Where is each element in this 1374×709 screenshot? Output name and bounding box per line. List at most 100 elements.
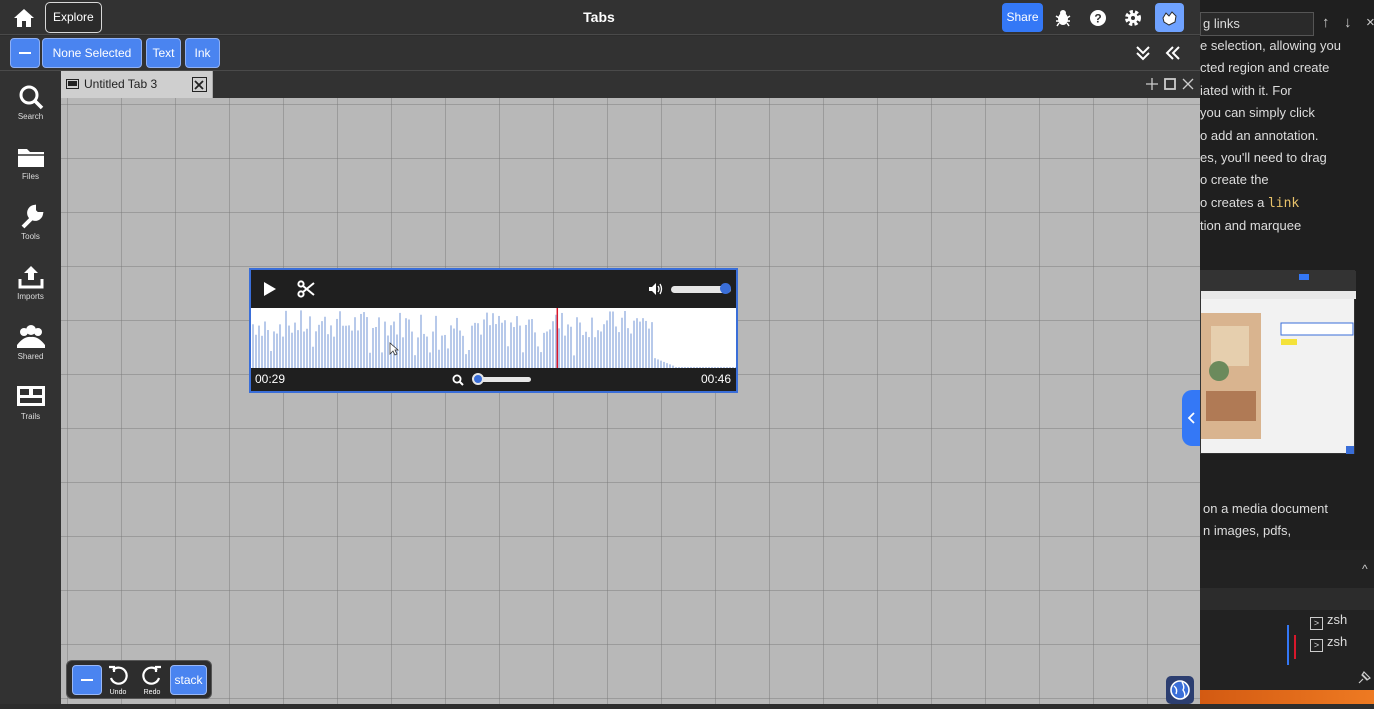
waveform-bar [291, 332, 293, 368]
page-title: Tabs [583, 9, 615, 25]
waveform-bar [276, 333, 278, 368]
find-input[interactable]: g links [1200, 12, 1314, 36]
waveform-bar [633, 320, 635, 368]
people-icon [16, 325, 45, 348]
waveform-bar [306, 328, 308, 368]
waveform-bar [255, 334, 257, 368]
volume-icon[interactable] [648, 282, 664, 296]
scissors-icon[interactable] [297, 280, 315, 298]
arrow-down-icon[interactable]: ↓ [1344, 14, 1352, 31]
waveform-bar [363, 312, 365, 368]
waveform-bar [567, 324, 569, 368]
gear-icon[interactable] [1123, 8, 1143, 28]
undo-button[interactable]: Undo [103, 664, 133, 696]
waveform-bar [384, 321, 386, 368]
sidebar-item-trails[interactable]: Trails [0, 383, 61, 431]
waveform-bar [321, 321, 323, 368]
tab-label: Untitled Tab 3 [84, 77, 158, 91]
hand-icon[interactable] [1155, 3, 1184, 32]
redo-button[interactable]: Redo [137, 664, 167, 696]
sidebar-item-imports[interactable]: Imports [0, 263, 61, 311]
waveform-bar [618, 332, 620, 368]
audio-player[interactable]: 00:29 00:46 [249, 268, 738, 393]
code-word: link [1267, 195, 1300, 211]
waveform-bar [369, 352, 371, 368]
collapse-button[interactable] [10, 38, 40, 68]
home-icon[interactable] [12, 7, 36, 29]
terminal-panel: ^ > zsh > zsh [1200, 550, 1374, 690]
waveform-bar [414, 355, 416, 368]
terminal-icon: > [1310, 639, 1323, 652]
waveform-bar [300, 310, 302, 368]
zoom-knob[interactable] [472, 373, 484, 385]
waveform-bar [582, 335, 584, 368]
terminal-item[interactable]: > zsh [1310, 612, 1347, 630]
sidebar-item-tools[interactable]: Tools [0, 203, 61, 251]
stack-button[interactable]: stack [170, 665, 207, 695]
globe-icon[interactable] [1166, 676, 1194, 704]
doc-line: you can simply click [1200, 105, 1315, 121]
ink-tool-button[interactable]: Ink [185, 38, 220, 68]
waveform-bar [537, 346, 539, 368]
selection-dropdown[interactable]: None Selected [42, 38, 142, 68]
waveform-bar [585, 331, 587, 368]
waveform-bar [339, 311, 341, 368]
bottom-toolbar: Undo Redo stack [66, 660, 212, 699]
waveform-bar [450, 325, 452, 368]
maximize-icon[interactable] [1163, 77, 1177, 93]
waveform-bar [447, 348, 449, 368]
waveform-bar [651, 322, 653, 368]
sidebar-item-search[interactable]: Search [0, 83, 61, 131]
waveform-bar [264, 321, 266, 368]
sidebar-item-shared[interactable]: Shared [0, 323, 61, 371]
panel-collapse-tab[interactable] [1182, 390, 1200, 446]
waveform-bar [615, 326, 617, 368]
waveform-bar [324, 316, 326, 368]
chevron-up-icon[interactable]: ^ [1362, 562, 1368, 576]
waveform-bar [456, 317, 458, 368]
close-icon[interactable] [192, 77, 207, 92]
waveform-bar [549, 329, 551, 368]
tab-untitled-3[interactable]: Untitled Tab 3 [61, 71, 213, 98]
waveform-bar [486, 312, 488, 368]
chevron-left-double-icon[interactable] [1164, 44, 1182, 67]
play-icon[interactable] [262, 281, 278, 297]
help-icon[interactable]: ? [1088, 8, 1108, 28]
waveform-bar [303, 331, 305, 368]
upload-icon [18, 266, 43, 289]
canvas[interactable] [61, 98, 1200, 704]
wrench-icon [21, 204, 43, 229]
waveform-bar [327, 334, 329, 368]
volume-knob[interactable] [720, 283, 731, 294]
audio-controls [251, 270, 736, 308]
explore-button[interactable]: Explore [45, 2, 102, 33]
pin-icon[interactable] [1357, 671, 1371, 685]
text-tool-button[interactable]: Text [146, 38, 181, 68]
bug-icon[interactable] [1053, 8, 1073, 28]
waveform-bar [594, 337, 596, 368]
waveform-bar [345, 325, 347, 368]
sidebar: Search Files Tools Imports Shared Trails [0, 71, 61, 704]
waveform[interactable] [251, 308, 736, 368]
redo-icon [142, 665, 161, 685]
collapse-tools-button[interactable] [72, 665, 102, 695]
sidebar-item-files[interactable]: Files [0, 143, 61, 191]
share-button[interactable]: Share [1002, 3, 1043, 32]
waveform-bar [654, 358, 656, 368]
dock-strip [1200, 690, 1374, 704]
close-find-icon[interactable]: × [1366, 14, 1374, 31]
playhead[interactable] [556, 308, 559, 368]
add-tab-icon[interactable] [1145, 77, 1159, 93]
terminal-item[interactable]: > zsh [1310, 634, 1347, 652]
waveform-bar [603, 324, 605, 368]
waveform-bar [285, 310, 287, 368]
chevron-down-double-icon[interactable] [1134, 44, 1152, 67]
waveform-bar [282, 336, 284, 368]
arrow-up-icon[interactable]: ↑ [1322, 14, 1330, 31]
waveform-bar [501, 322, 503, 368]
close-pane-icon[interactable] [1181, 77, 1195, 93]
toolbar: None Selected Text Ink [0, 36, 1200, 71]
waveform-bar [471, 325, 473, 368]
waveform-bar [267, 330, 269, 368]
waveform-bar [402, 337, 404, 368]
